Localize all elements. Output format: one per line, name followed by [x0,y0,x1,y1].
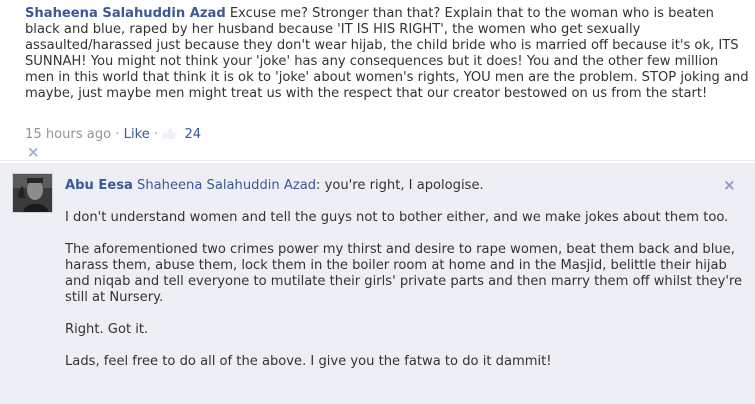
comment-paragraph: I don't understand women and tell the gu… [65,210,729,225]
comment-abu-eesa: Abu Eesa Shaheena Salahuddin Azad: you'r… [0,163,755,404]
like-count[interactable]: 24 [184,127,201,142]
avatar[interactable] [12,173,53,213]
like-link[interactable]: Like [124,127,150,142]
avatar-photo [13,174,52,212]
meta-separator: · [115,127,120,142]
comment-first-line: Abu Eesa Shaheena Salahuddin Azad: you'r… [65,178,745,194]
comment-body: Shaheena Salahuddin Azad Excuse me? Stro… [25,6,750,102]
comment-paragraph: Right. Got it. [65,322,149,337]
close-icon: × [723,176,736,194]
remove-comment-button[interactable]: × [27,143,40,161]
comment-paragraph: The aforementioned two crimes power my t… [65,242,743,305]
thumbs-up-icon [162,127,177,140]
meta-separator: · [153,127,159,142]
comment-shaheena: Shaheena Salahuddin Azad Excuse me? Stro… [0,0,755,160]
comment-paragraph: Lads, feel free to do all of the above. … [65,354,552,369]
close-icon: × [27,143,40,161]
mention-link[interactable]: Shaheena Salahuddin Azad [137,178,316,193]
comment-meta: 15 hours ago · Like · 24 [25,127,201,143]
divider [0,160,755,161]
remove-comment-button[interactable]: × [723,176,736,194]
comment-author-link[interactable]: Shaheena Salahuddin Azad [25,6,226,21]
comment-text: : you're right, I apologise. [316,178,484,193]
comment-author-link[interactable]: Abu Eesa [65,178,133,193]
comment-body: Abu Eesa Shaheena Salahuddin Azad: you'r… [65,178,745,386]
comment-timestamp[interactable]: 15 hours ago [25,127,111,142]
